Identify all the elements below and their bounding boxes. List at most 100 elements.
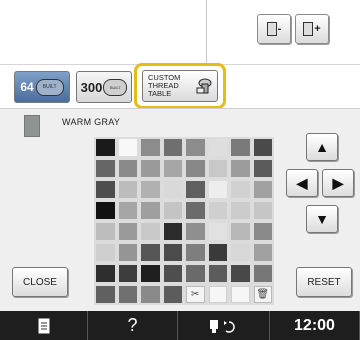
document-icon bbox=[38, 318, 49, 333]
color-cell[interactable] bbox=[96, 139, 115, 156]
spool-icon bbox=[303, 22, 314, 36]
scissors-cell[interactable]: ✂ bbox=[186, 286, 205, 303]
color-cell[interactable] bbox=[253, 160, 272, 177]
help-button[interactable]: ? bbox=[88, 311, 178, 340]
color-cell[interactable] bbox=[163, 244, 182, 261]
color-cell[interactable] bbox=[231, 265, 250, 282]
color-cell[interactable] bbox=[96, 181, 115, 198]
color-cell[interactable] bbox=[208, 139, 227, 156]
presser-foot-icon bbox=[209, 319, 235, 333]
color-cell[interactable] bbox=[141, 244, 160, 261]
color-cell[interactable] bbox=[118, 160, 137, 177]
color-cell[interactable] bbox=[253, 202, 272, 219]
color-cell[interactable] bbox=[231, 160, 250, 177]
color-cell[interactable] bbox=[186, 202, 205, 219]
color-cell[interactable] bbox=[96, 160, 115, 177]
color-cell[interactable] bbox=[96, 265, 115, 282]
color-cell[interactable] bbox=[118, 139, 137, 156]
color-cell[interactable] bbox=[208, 223, 227, 240]
scroll-right-button[interactable]: ▶ bbox=[322, 169, 354, 197]
spool-plus-button[interactable]: + bbox=[295, 14, 329, 44]
chevron-right-icon: ▶ bbox=[332, 174, 344, 191]
color-cell[interactable] bbox=[96, 286, 115, 303]
scroll-left-button[interactable]: ◀ bbox=[286, 169, 318, 197]
color-cell[interactable] bbox=[231, 244, 250, 261]
tab-custom-thread-table[interactable]: CUSTOM THREAD TABLE bbox=[142, 70, 218, 102]
thread-palette-panel: WARM GRAY ✂ 🗑 ▲ ◀ ▶ ▼ CLOSE RESET bbox=[0, 108, 360, 312]
color-cell[interactable] bbox=[141, 286, 160, 303]
chevron-up-icon: ▲ bbox=[315, 139, 329, 155]
chevron-down-icon: ▼ bbox=[315, 211, 329, 227]
empty-color-cell[interactable] bbox=[208, 286, 227, 303]
color-palette-grid: ✂ 🗑 bbox=[94, 137, 274, 305]
color-cell[interactable] bbox=[186, 265, 205, 282]
delete-cell[interactable]: 🗑 bbox=[253, 286, 272, 303]
palette-tabs: 64 BUILT 300 BUILT CUSTOM THREAD TABLE bbox=[0, 63, 360, 109]
color-cell[interactable] bbox=[163, 265, 182, 282]
color-cell[interactable] bbox=[118, 181, 137, 198]
color-cell[interactable] bbox=[208, 202, 227, 219]
color-cell[interactable] bbox=[118, 244, 137, 261]
color-cell[interactable] bbox=[141, 181, 160, 198]
color-cell[interactable] bbox=[141, 202, 160, 219]
trash-icon: 🗑 bbox=[256, 289, 270, 300]
color-cell[interactable] bbox=[118, 265, 137, 282]
color-cell[interactable] bbox=[186, 181, 205, 198]
color-cell[interactable] bbox=[253, 265, 272, 282]
color-cell[interactable] bbox=[208, 265, 227, 282]
color-cell[interactable] bbox=[231, 223, 250, 240]
color-cell[interactable] bbox=[96, 223, 115, 240]
spool-minus-button[interactable]: - bbox=[257, 14, 291, 44]
color-cell[interactable] bbox=[208, 181, 227, 198]
clock: 12:00 bbox=[270, 311, 360, 340]
selected-color-swatch bbox=[24, 115, 40, 137]
close-button[interactable]: CLOSE bbox=[12, 267, 68, 297]
divider bbox=[206, 0, 207, 64]
color-cell[interactable] bbox=[118, 223, 137, 240]
color-cell[interactable] bbox=[141, 223, 160, 240]
color-cell[interactable] bbox=[231, 139, 250, 156]
color-cell[interactable] bbox=[96, 202, 115, 219]
color-cell[interactable] bbox=[253, 139, 272, 156]
color-cell[interactable] bbox=[231, 202, 250, 219]
reset-button[interactable]: RESET bbox=[296, 267, 352, 297]
thread-spool-icon: BUILT bbox=[103, 78, 128, 96]
custom-tab-highlight: CUSTOM THREAD TABLE bbox=[134, 63, 226, 109]
color-cell[interactable] bbox=[163, 223, 182, 240]
tab-64-colors[interactable]: 64 BUILT bbox=[14, 71, 70, 103]
color-cell[interactable] bbox=[253, 223, 272, 240]
status-bar: ? 12:00 bbox=[0, 311, 360, 340]
custom-tab-label: CUSTOM THREAD TABLE bbox=[148, 73, 181, 99]
color-cell[interactable] bbox=[231, 181, 250, 198]
color-cell[interactable] bbox=[96, 244, 115, 261]
document-button[interactable] bbox=[0, 311, 88, 340]
help-icon: ? bbox=[127, 315, 138, 335]
color-cell[interactable] bbox=[118, 286, 137, 303]
color-cell[interactable] bbox=[186, 244, 205, 261]
empty-color-cell[interactable] bbox=[231, 286, 250, 303]
color-cell[interactable] bbox=[118, 202, 137, 219]
selected-color-name: WARM GRAY bbox=[62, 117, 121, 127]
chevron-left-icon: ◀ bbox=[296, 174, 308, 191]
color-cell[interactable] bbox=[163, 160, 182, 177]
scroll-up-button[interactable]: ▲ bbox=[306, 133, 338, 161]
color-cell[interactable] bbox=[163, 139, 182, 156]
color-cell[interactable] bbox=[186, 223, 205, 240]
thread-pin-icon bbox=[196, 78, 212, 94]
color-cell[interactable] bbox=[141, 139, 160, 156]
color-cell[interactable] bbox=[141, 265, 160, 282]
color-cell[interactable] bbox=[141, 160, 160, 177]
presser-foot-status[interactable] bbox=[178, 311, 270, 340]
color-cell[interactable] bbox=[186, 160, 205, 177]
top-area: - + bbox=[0, 0, 360, 64]
color-cell[interactable] bbox=[163, 202, 182, 219]
color-cell[interactable] bbox=[186, 139, 205, 156]
color-cell[interactable] bbox=[163, 181, 182, 198]
color-cell[interactable] bbox=[163, 286, 182, 303]
color-cell[interactable] bbox=[253, 244, 272, 261]
color-cell[interactable] bbox=[253, 181, 272, 198]
color-cell[interactable] bbox=[208, 160, 227, 177]
tab-300-colors[interactable]: 300 BUILT bbox=[76, 71, 132, 103]
scroll-down-button[interactable]: ▼ bbox=[306, 205, 338, 233]
color-cell[interactable] bbox=[208, 244, 227, 261]
